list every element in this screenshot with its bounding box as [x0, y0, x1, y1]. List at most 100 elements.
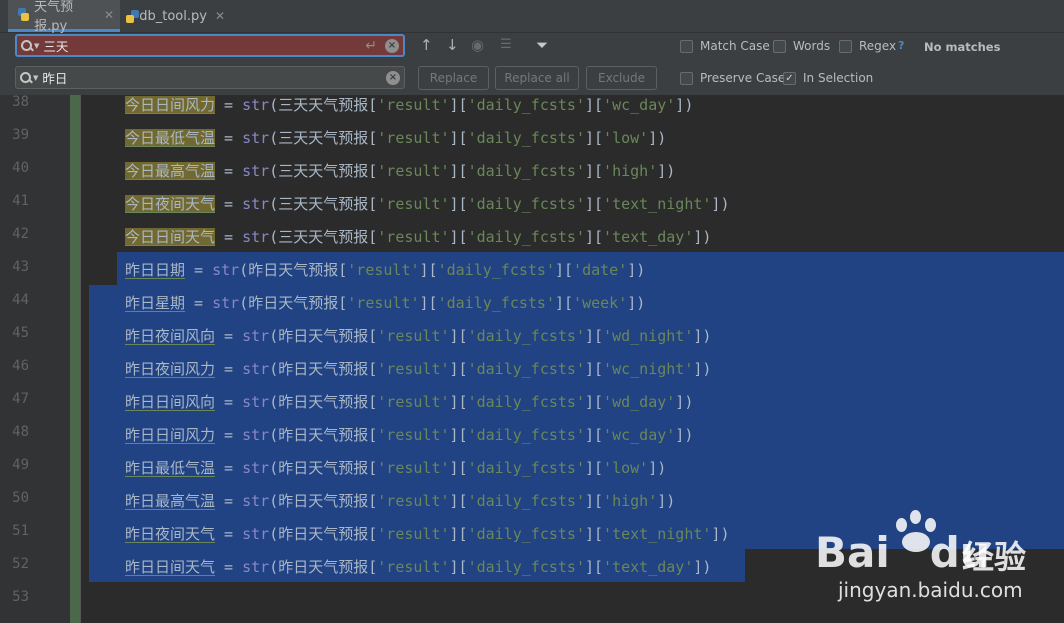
clear-icon[interactable]: ×	[386, 70, 400, 85]
select-all-occurrences-icon[interactable]: ◉	[471, 36, 484, 54]
code-token: (昨日天气预报[	[269, 525, 378, 543]
line-number: 43	[12, 259, 29, 275]
operator: =	[185, 294, 213, 312]
string-literal: 'result'	[377, 327, 450, 345]
code-line[interactable]: 昨日日间风力 = str(昨日天气预报['result']['daily_fcs…	[125, 424, 693, 445]
string-literal: 'low'	[603, 459, 649, 477]
code-token: ][	[449, 558, 468, 576]
checkbox-box[interactable]	[773, 39, 786, 53]
clear-icon[interactable]: ×	[385, 38, 399, 53]
search-field[interactable]: ▼ 三天 ↵ ×	[15, 34, 405, 57]
code-line[interactable]: 昨日夜间风力 = str(昨日天气预报['result']['daily_fcs…	[125, 358, 711, 379]
code-token: ][	[584, 393, 604, 411]
code-line[interactable]: 今日夜间天气 = str(三天天气预报['result']['daily_fcs…	[125, 193, 729, 214]
operator: =	[215, 459, 243, 477]
code-token: ])	[675, 96, 694, 114]
string-literal: 'daily_fcsts'	[467, 525, 585, 543]
code-token: ][	[584, 228, 604, 246]
words-checkbox[interactable]: Words	[773, 39, 830, 53]
replace-field[interactable]: ▼ 昨日 ×	[15, 66, 405, 89]
string-literal: 'result'	[377, 195, 450, 213]
code-token: ][	[449, 162, 468, 180]
string-literal: 'text_day'	[603, 558, 694, 576]
tab-db-tool-py[interactable]: db_tool.py ✕	[121, 0, 231, 32]
checkbox-box[interactable]	[839, 39, 852, 53]
arrow-down-icon[interactable]: ↓	[446, 36, 459, 54]
builtin-function: str	[242, 525, 270, 543]
builtin-function: str	[212, 261, 240, 279]
checkbox-box[interactable]	[680, 39, 693, 53]
string-literal: 'daily_fcsts'	[467, 360, 585, 378]
line-number: 50	[12, 490, 29, 506]
code-line[interactable]: 昨日星期 = str(昨日天气预报['result']['daily_fcsts…	[125, 292, 645, 313]
code-token: ][	[449, 492, 468, 510]
string-literal: 'daily_fcsts'	[467, 492, 585, 510]
chevron-down-icon[interactable]: ▼	[34, 42, 39, 50]
checkbox-label: In Selection	[803, 71, 874, 85]
operator: =	[215, 195, 243, 213]
code-line[interactable]: 昨日日期 = str(昨日天气预报['result']['daily_fcsts…	[125, 259, 645, 280]
newline-icon[interactable]: ↵	[365, 38, 377, 54]
code-token: ])	[675, 426, 694, 444]
code-line[interactable]: 昨日日间风向 = str(昨日天气预报['result']['daily_fcs…	[125, 391, 693, 412]
replace-all-button[interactable]: Replace all	[495, 66, 579, 90]
regex-help-icon[interactable]: ?	[898, 39, 904, 52]
string-literal: 'result'	[347, 261, 420, 279]
code-line[interactable]: 昨日最低气温 = str(昨日天气预报['result']['daily_fcs…	[125, 457, 666, 478]
code-line[interactable]: 今日最低气温 = str(三天天气预报['result']['daily_fcs…	[125, 127, 666, 148]
code-token: ][	[449, 129, 468, 147]
chevron-down-icon[interactable]: ▼	[33, 74, 38, 82]
exclude-button[interactable]: Exclude	[586, 66, 657, 90]
preserve-case-checkbox[interactable]: Preserve Case	[680, 71, 785, 85]
checkbox-box[interactable]: ✓	[783, 71, 796, 85]
builtin-function: str	[242, 228, 270, 246]
code-token: (三天天气预报[	[269, 96, 378, 114]
tab-tianqi-py[interactable]: 天气预报.py ✕	[8, 0, 120, 34]
checkbox-label: Regex	[859, 39, 897, 53]
change-marker	[70, 95, 80, 623]
gutter-divider	[80, 95, 81, 623]
builtin-function: str	[242, 162, 270, 180]
checkbox-box[interactable]	[680, 71, 693, 85]
string-literal: 'daily_fcsts'	[467, 459, 585, 477]
code-line[interactable]: 昨日夜间天气 = str(昨日天气预报['result']['daily_fcs…	[125, 523, 729, 544]
variable-name: 今日最低气温	[125, 129, 216, 147]
code-line[interactable]: 今日日间天气 = str(三天天气预报['result']['daily_fcs…	[125, 226, 711, 247]
code-token: ][	[449, 393, 468, 411]
search-icon[interactable]	[19, 71, 33, 85]
close-icon[interactable]: ✕	[104, 8, 114, 22]
replace-button[interactable]: Replace	[418, 66, 489, 90]
multiline-icon[interactable]: ☰	[500, 37, 512, 52]
match-status: No matches	[924, 40, 1001, 54]
code-token: ])	[627, 294, 646, 312]
search-input[interactable]: 三天	[43, 36, 365, 55]
operator: =	[215, 426, 243, 444]
search-icon[interactable]	[20, 39, 34, 53]
operator: =	[185, 261, 213, 279]
arrow-up-icon[interactable]: ↑	[420, 36, 433, 54]
code-line[interactable]: 昨日日间天气 = str(昨日天气预报['result']['daily_fcs…	[125, 556, 711, 577]
code-token: ])	[693, 327, 712, 345]
regex-checkbox[interactable]: Regex	[839, 39, 896, 53]
operator: =	[215, 162, 243, 180]
replace-input[interactable]: 昨日	[42, 68, 386, 87]
code-line[interactable]: 昨日最高气温 = str(昨日天气预报['result']['daily_fcs…	[125, 490, 675, 511]
string-literal: 'date'	[573, 261, 628, 279]
code-line[interactable]: 今日最高气温 = str(三天天气预报['result']['daily_fcs…	[125, 160, 675, 181]
match-case-checkbox[interactable]: Match Case	[680, 39, 770, 53]
code-token: ])	[657, 492, 676, 510]
code-token: ][	[584, 459, 604, 477]
builtin-function: str	[242, 129, 270, 147]
code-token: ])	[675, 393, 694, 411]
string-literal: 'result'	[377, 129, 450, 147]
filter-icon[interactable]: ⏷	[536, 36, 548, 54]
line-number: 45	[12, 325, 29, 341]
line-number: 51	[12, 523, 29, 539]
code-line[interactable]: 今日日间风力 = str(三天天气预报['result']['daily_fcs…	[125, 95, 693, 115]
string-literal: 'result'	[377, 393, 450, 411]
in-selection-checkbox[interactable]: ✓ In Selection	[783, 71, 873, 85]
string-literal: 'result'	[347, 294, 420, 312]
close-icon[interactable]: ✕	[215, 9, 225, 23]
operator: =	[215, 327, 243, 345]
code-line[interactable]: 昨日夜间风向 = str(昨日天气预报['result']['daily_fcs…	[125, 325, 711, 346]
